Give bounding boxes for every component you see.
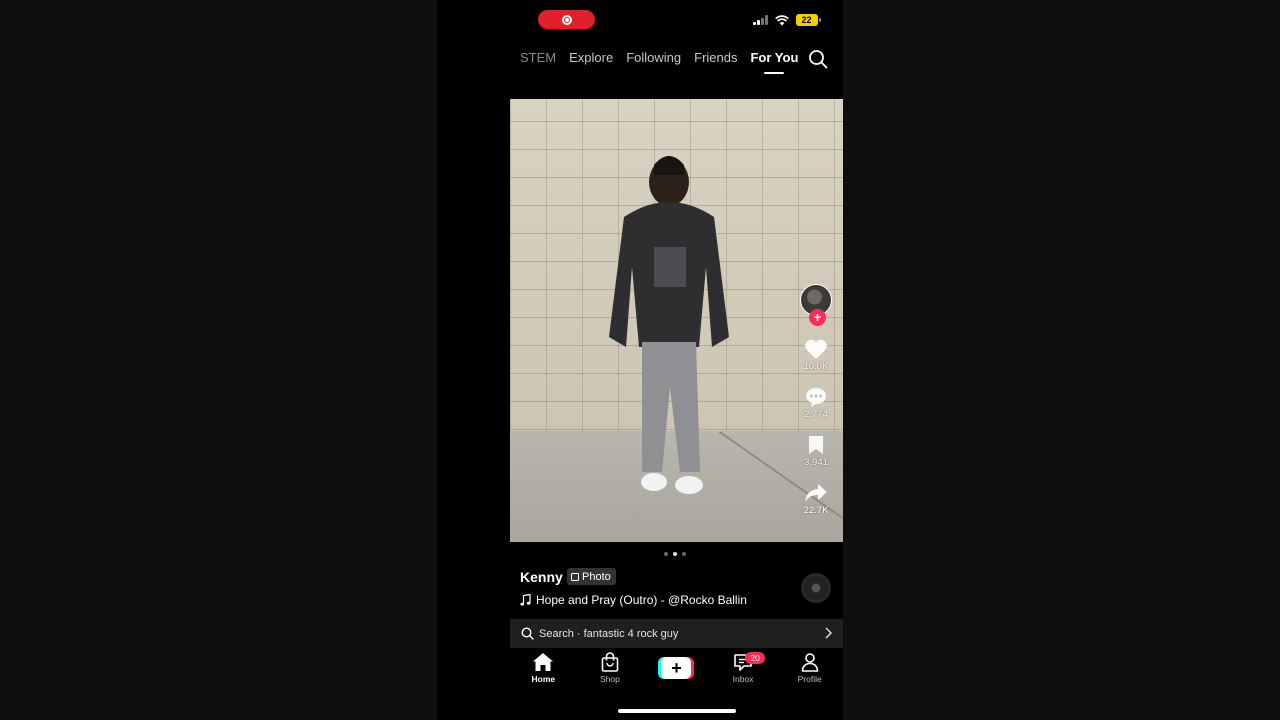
carousel-indicator (664, 552, 686, 556)
post-photo[interactable] (510, 99, 843, 542)
nav-inbox[interactable]: 20 Inbox (716, 652, 770, 684)
share-count: 22.7K (803, 505, 829, 516)
nav-inbox-label: Inbox (732, 674, 754, 684)
bottom-nav: Home Shop + 20 Inbox Profile (510, 652, 843, 692)
inbox-badge: 20 (745, 652, 766, 664)
like-button[interactable]: 10.0K (803, 338, 829, 372)
left-letterbox (0, 0, 437, 720)
wifi-icon (774, 14, 789, 25)
save-button[interactable]: 3,941 (804, 434, 828, 468)
photo-icon (571, 572, 579, 581)
sound-title: Hope and Pray (Outro) - @Rocko Ballin (536, 593, 747, 607)
post-username[interactable]: Kenny (520, 569, 563, 585)
battery-level: 22 (801, 15, 812, 25)
comment-icon (806, 388, 826, 407)
status-icons: 22 (753, 14, 821, 26)
carousel-dot-active (673, 552, 677, 556)
battery-icon: 22 (795, 14, 821, 26)
tab-stem[interactable]: STEM (520, 50, 556, 65)
chevron-right-icon (825, 627, 832, 639)
bookmark-icon (809, 436, 823, 454)
person-figure (609, 156, 729, 494)
comment-count: 2,774 (804, 409, 828, 420)
nav-home-label: Home (531, 674, 556, 684)
search-icon (521, 627, 534, 640)
nav-home[interactable]: Home (516, 652, 570, 684)
phone-screen: 22 STEM Explore Following Friends For Yo… (437, 0, 843, 720)
nav-profile-label: Profile (797, 674, 822, 684)
sound-disc[interactable] (801, 573, 831, 603)
home-icon (533, 653, 554, 671)
carousel-dot (682, 552, 686, 556)
nav-profile[interactable]: Profile (783, 652, 837, 684)
nav-create[interactable]: + (649, 652, 703, 679)
share-button[interactable]: 22.7K (803, 482, 829, 516)
right-letterbox (843, 0, 1280, 720)
record-icon (561, 14, 572, 25)
feed-tabs: STEM Explore Following Friends For You (520, 50, 811, 65)
tab-explore[interactable]: Explore (569, 50, 613, 65)
tab-following[interactable]: Following (626, 50, 681, 65)
photo-badge-label: Photo (582, 570, 611, 583)
tab-friends[interactable]: Friends (694, 50, 737, 65)
tab-for-you[interactable]: For You (750, 50, 798, 65)
screen-recording-indicator[interactable] (538, 10, 595, 29)
nav-shop-label: Shop (599, 674, 620, 684)
signal-icon (753, 15, 768, 25)
action-column: + 10.0K 2,774 3,941 22.7K (799, 284, 833, 516)
shopping-bag-icon (601, 652, 619, 672)
search-icon[interactable] (808, 49, 828, 69)
follow-plus-icon[interactable]: + (809, 309, 826, 326)
sound-link[interactable]: Hope and Pray (Outro) - @Rocko Ballin (520, 593, 747, 607)
home-indicator[interactable] (618, 709, 736, 713)
comment-button[interactable]: 2,774 (804, 386, 828, 420)
related-search-text: Search · fantastic 4 rock guy (539, 627, 679, 640)
carousel-dot (664, 552, 668, 556)
nav-shop[interactable]: Shop (583, 652, 637, 684)
heart-icon (805, 339, 827, 359)
like-count: 10.0K (803, 361, 829, 372)
create-plus-icon: + (658, 657, 695, 679)
music-note-icon (520, 594, 531, 606)
share-arrow-icon (804, 484, 827, 502)
creator-avatar[interactable]: + (800, 284, 832, 326)
related-search-bar[interactable]: Search · fantastic 4 rock guy (510, 619, 843, 648)
profile-icon (801, 653, 818, 672)
save-count: 3,941 (804, 457, 828, 468)
photo-type-badge: Photo (567, 568, 616, 585)
